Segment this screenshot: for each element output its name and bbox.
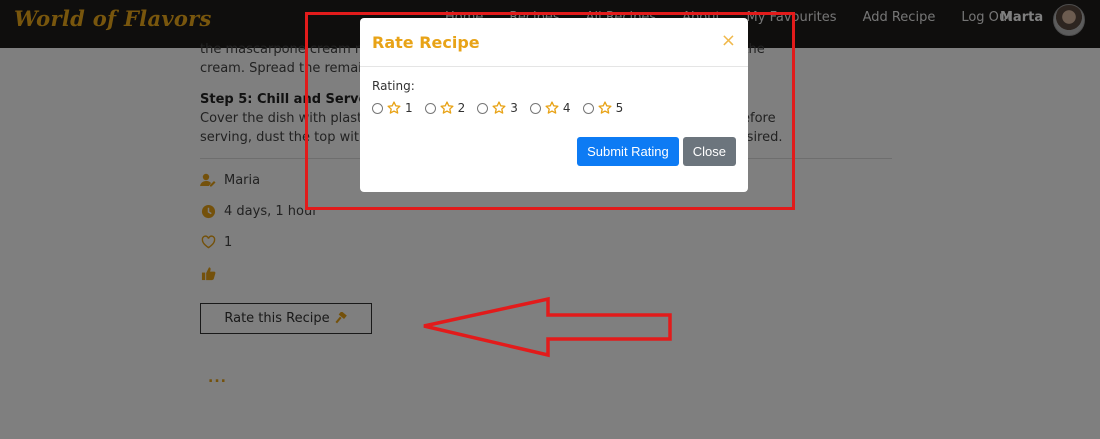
annotation-highlight-box <box>305 12 795 210</box>
annotation-arrow <box>423 296 672 358</box>
